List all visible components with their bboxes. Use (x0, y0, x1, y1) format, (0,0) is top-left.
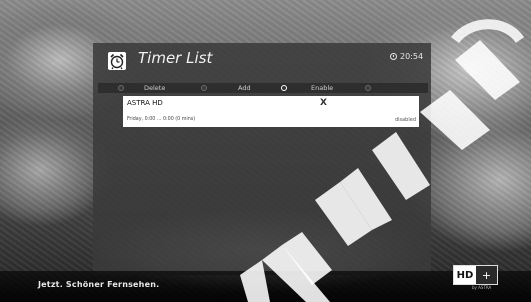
timer-schedule: Friday, 0:00 ... 0:00 (0 mins) (127, 117, 196, 122)
channel-slogan: Jetzt. Schöner Fernsehen. (38, 280, 160, 289)
alarm-clock-icon (108, 52, 126, 70)
timer-channel: ASTRA HD (127, 99, 163, 107)
logo-hd: HD (454, 266, 476, 284)
clock-time: 20:54 (400, 52, 424, 61)
clock-icon (390, 53, 397, 60)
title-bar: Timer List 20:54 (93, 43, 431, 79)
logo-subtitle: by ASTRA (472, 285, 492, 290)
options-bar: Delete Add Enable (98, 83, 428, 93)
page-title: Timer List (138, 49, 213, 67)
option-label: Delete (144, 84, 166, 92)
option-add[interactable]: Add (201, 83, 251, 93)
timer-row[interactable]: ASTRA HD X Friday, 0:00 ... 0:00 (0 mins… (123, 96, 419, 127)
option-label: Enable (311, 84, 334, 92)
radio-icon (118, 85, 124, 91)
timer-status: disabled (394, 117, 416, 123)
option-label: Add (238, 84, 251, 92)
clock-display: 20:54 (390, 52, 423, 61)
option-delete[interactable]: Delete (118, 83, 165, 93)
radio-selected-icon (281, 85, 287, 91)
option-enable[interactable]: Enable (281, 83, 333, 93)
option-extra[interactable] (365, 83, 371, 93)
timer-marker: X (320, 98, 327, 108)
hd-plus-logo: HD + (453, 265, 498, 285)
timer-list-panel: Timer List 20:54 Delete Add Enable ASTRA… (93, 43, 431, 275)
radio-icon (365, 85, 371, 91)
radio-icon (201, 85, 207, 91)
logo-plus: + (476, 266, 497, 284)
